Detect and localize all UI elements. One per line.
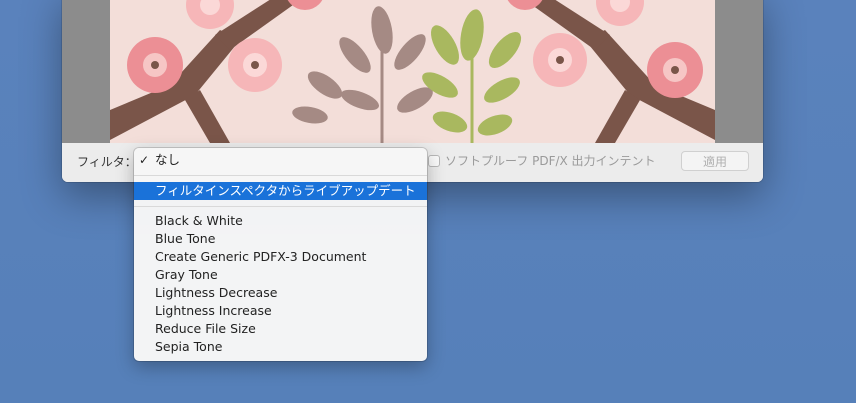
menu-item-filter[interactable]: Sepia Tone: [134, 338, 427, 356]
menu-item-live-update[interactable]: フィルタインスペクタからライブアップデート: [134, 182, 427, 200]
preview-area: [62, 0, 763, 143]
softproof-option[interactable]: ソフトプルーフ PDF/X 出力インテント: [428, 152, 656, 169]
menu-item-filter[interactable]: Lightness Increase: [134, 302, 427, 320]
menu-item-filter[interactable]: Create Generic PDFX-3 Document: [134, 248, 427, 266]
menu-item-filter[interactable]: Lightness Decrease: [134, 284, 427, 302]
menu-separator: [134, 175, 427, 176]
menu-item-filter[interactable]: Reduce File Size: [134, 320, 427, 338]
preview-image: [110, 0, 715, 143]
softproof-checkbox[interactable]: [428, 154, 440, 167]
softproof-label: ソフトプルーフ PDF/X 出力インテント: [445, 154, 656, 168]
filter-dropdown-menu: ✓ なし フィルタインスペクタからライブアップデート Black & White…: [134, 148, 427, 361]
menu-item-label: なし: [155, 152, 181, 167]
filter-label: フィルタ：: [77, 155, 137, 169]
checkmark-icon: ✓: [139, 153, 150, 167]
menu-item-filter[interactable]: Black & White: [134, 212, 427, 230]
menu-item-none[interactable]: ✓ なし: [134, 151, 427, 169]
apply-button[interactable]: 適用: [681, 151, 749, 171]
menu-item-filter[interactable]: Blue Tone: [134, 230, 427, 248]
menu-separator: [134, 206, 427, 207]
blossom-illustration: [110, 0, 715, 143]
menu-item-filter[interactable]: Gray Tone: [134, 266, 427, 284]
